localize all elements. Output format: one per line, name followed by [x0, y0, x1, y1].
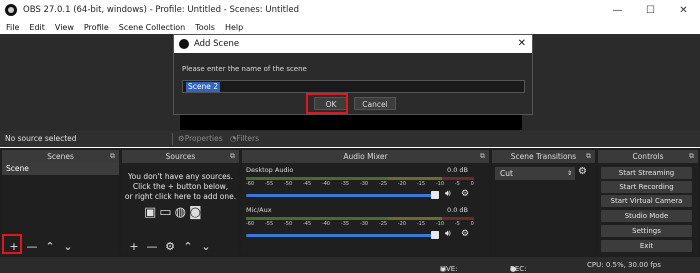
mixer-channel-mic: Mic/Aux 0.0 dB -60 -55 -50 -45 -40 -35 -30 -25-… [246, 206, 476, 239]
scene-name-label: Please enter the name of the scene [182, 65, 307, 73]
ok-highlight-box [306, 93, 348, 114]
controls-title: Controls [632, 152, 664, 161]
menu-help[interactable]: Help [225, 23, 243, 32]
scene-name-input[interactable]: Scene 2 [182, 80, 525, 93]
sources-toolbar: + — ⚙ ⌃ ⌄ [122, 237, 212, 255]
menu-bar: File Edit View Profile Scene Collection … [0, 20, 700, 34]
exit-button[interactable]: Exit [601, 240, 692, 252]
move-up-button[interactable]: ⌃ [44, 240, 56, 253]
maximize-button[interactable]: ☐ [634, 0, 667, 20]
settings-button[interactable]: Settings [601, 225, 692, 237]
start-recording-button[interactable]: Start Recording [601, 181, 692, 193]
speaker-icon[interactable]: 🔊︎ [445, 189, 451, 199]
controls-dock: Controls ⧉ Start Streaming Start Recordin… [598, 150, 698, 255]
divider [172, 133, 173, 145]
float-icon[interactable]: ⧉ [689, 150, 694, 163]
meter-ticks: -60 -55 -50 -45 -40 -35 -30 -25 -20 -15 -10 -5 0 [246, 181, 474, 187]
cancel-button[interactable]: Cancel [354, 97, 396, 110]
remove-scene-button[interactable]: — [26, 240, 38, 253]
obs-logo-icon [179, 39, 189, 49]
transition-select[interactable]: Cut ⇕ [495, 167, 575, 180]
dialog-close-button[interactable]: ✕ [518, 35, 526, 53]
float-icon[interactable]: ⧉ [230, 150, 235, 163]
remove-source-button[interactable]: — [146, 240, 158, 253]
minimize-button[interactable]: — [601, 0, 634, 20]
menu-file[interactable]: File [6, 23, 19, 32]
gear-icon[interactable]: ⚙ [578, 166, 587, 177]
volume-slider-handle[interactable] [431, 191, 439, 199]
scene-list-item[interactable]: Scene [2, 163, 119, 175]
gear-icon: ⚙ [178, 134, 185, 143]
start-virtual-camera-button[interactable]: Start Virtual Camera [601, 195, 692, 207]
scene-name-value: Scene 2 [186, 82, 221, 92]
gear-icon[interactable]: ⚙ [461, 229, 469, 239]
no-source-label: No source selected [5, 134, 77, 143]
menu-profile[interactable]: Profile [84, 23, 109, 32]
menu-tools[interactable]: Tools [195, 23, 215, 32]
scene-transitions-dock: Scene Transitions ⧉ Cut ⇕ ⚙ [492, 150, 595, 255]
channel-level: 0.0 dB [447, 166, 468, 174]
cpu-fps-readout: CPU: 0.5%, 30.00 fps [587, 261, 661, 269]
channel-level: 0.0 dB [447, 206, 468, 214]
volume-meter [246, 177, 474, 180]
menu-scene-collection[interactable]: Scene Collection [119, 23, 186, 32]
volume-slider[interactable] [246, 194, 438, 197]
scene-transitions-title: Scene Transitions [510, 152, 577, 161]
add-scene-dialog: Add Scene ✕ Please enter the name of the… [173, 34, 533, 115]
float-icon[interactable]: ⧉ [110, 150, 115, 163]
menu-edit[interactable]: Edit [29, 23, 45, 32]
move-up-button[interactable]: ⌃ [182, 240, 194, 253]
properties-label: Properties [184, 134, 223, 143]
title-bar: OBS 27.0.1 (64-bit, windows) - Profile: … [0, 0, 700, 20]
channel-name: Desktop Audio [246, 166, 294, 174]
camera-icon: ◙ [188, 205, 202, 220]
source-toolbar: No source selected ⚙Properties ◔Filters [0, 131, 700, 147]
dialog-titlebar: Add Scene ✕ [174, 35, 532, 53]
window-title: OBS 27.0.1 (64-bit, windows) - Profile: … [23, 5, 299, 15]
obs-logo-icon [5, 4, 17, 16]
source-type-icons: ▣ ▭ ◍ ◙ [144, 205, 202, 220]
add-source-button[interactable]: + [128, 240, 140, 253]
float-icon[interactable]: ⧉ [586, 150, 591, 163]
empty-sources-hint: You don't have any sources. Click the + … [124, 172, 237, 201]
move-down-button[interactable]: ⌄ [62, 240, 74, 253]
monitor-icon: ▭ [159, 205, 172, 220]
studio-mode-button[interactable]: Studio Mode [601, 210, 692, 222]
menu-view[interactable]: View [55, 23, 74, 32]
sources-title: Sources [165, 152, 196, 161]
close-button[interactable]: ✕ [667, 0, 700, 20]
meter-ticks: -60 -55 -50 -45 -40 -35 -30 -25 -20 -15 -10 -5 0 [246, 221, 474, 227]
status-bar: ◉ LIVE: 00:00:00 ● REC: 00:00:00 CPU: 0.… [0, 257, 700, 273]
image-icon: ▣ [144, 205, 157, 220]
mixer-channel-desktop: Desktop Audio 0.0 dB -60 -55 -50 -45 -40 -35-… [246, 166, 476, 199]
float-icon[interactable]: ⧉ [480, 150, 485, 163]
volume-slider-handle[interactable] [431, 231, 439, 239]
dialog-title: Add Scene [194, 39, 240, 49]
spinner-icon[interactable]: ⇕ [567, 167, 572, 180]
channel-name: Mic/Aux [246, 206, 272, 214]
gear-icon[interactable]: ⚙ [461, 189, 469, 199]
globe-icon: ◍ [174, 205, 186, 220]
filters-label: Filters [236, 134, 260, 143]
speaker-icon[interactable]: 🔊︎ [445, 229, 451, 239]
sources-dock: Sources ⧉ You don't have any sources. Cli… [122, 150, 239, 255]
volume-slider[interactable] [246, 234, 438, 237]
properties-button[interactable]: ⚙Properties [178, 134, 223, 143]
scenes-title: Scenes [47, 152, 74, 161]
volume-meter [246, 217, 474, 220]
move-down-button[interactable]: ⌄ [200, 240, 212, 253]
audio-mixer-dock: Audio Mixer ⧉ Desktop Audio 0.0 dB -60 -55… [242, 150, 489, 255]
filters-button[interactable]: ◔Filters [230, 134, 259, 143]
audio-mixer-title: Audio Mixer [343, 152, 388, 161]
source-settings-button[interactable]: ⚙ [164, 240, 176, 253]
add-highlight-box [2, 234, 22, 254]
start-streaming-button[interactable]: Start Streaming [601, 167, 692, 179]
